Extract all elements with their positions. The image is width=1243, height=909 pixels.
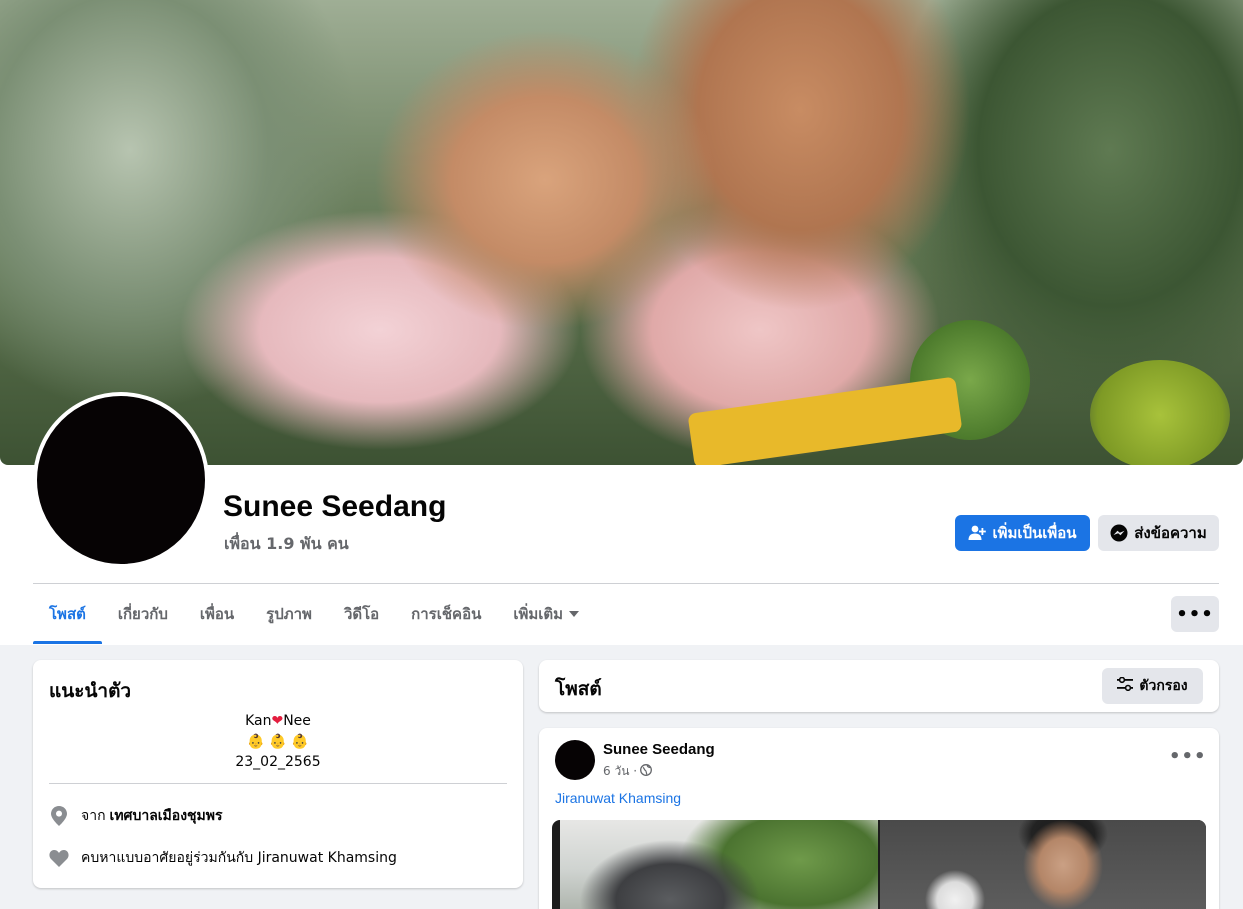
filter-label: ตัวกรอง [1139,678,1188,694]
heart-emoji: ❤ [271,713,284,729]
more-options-button[interactable]: ••• [1171,596,1219,632]
tab-label: เพิ่มเติม [513,605,564,623]
bio-text: Nee [283,713,311,729]
profile-header: Sunee Seedang เพื่อน 1.9 พัน คน เพิ่มเป็… [0,0,1243,645]
posts-title: โพสต์ [555,678,602,700]
profile-name: Sunee Seedang [223,490,447,523]
tab-label: เพื่อน [199,605,235,623]
tab-about[interactable]: เกี่ยวกับ [102,584,184,644]
heart-icon [49,848,69,868]
post-author-name[interactable]: Sunee Seedang [603,741,715,758]
location-prefix: จาก [81,808,106,824]
tab-label: วิดีโอ [343,605,380,623]
tab-photos[interactable]: รูปภาพ [250,584,328,644]
intro-card: แนะนำตัว Kan❤Nee 👶 👶 👶 23_02_2565 จาก เท… [33,660,523,888]
cover-foliage [1090,360,1230,465]
post-options-button[interactable]: ••• [1169,746,1207,767]
tab-label: เกี่ยวกับ [117,605,168,623]
intro-location: จาก เทศบาลเมืองชุมพร [49,805,223,827]
bio-divider [49,783,507,784]
bio-emoji-line: 👶 👶 👶 [247,734,309,750]
tab-more[interactable]: เพิ่มเติม [497,584,595,644]
bio-text: Kan [245,713,272,729]
add-friend-button[interactable]: เพิ่มเป็นเพื่อน [955,515,1090,551]
intro-title: แนะนำตัว [49,680,132,702]
tab-friends[interactable]: เพื่อน [184,584,250,644]
location-pin-icon [49,806,69,826]
tab-videos[interactable]: วิดีโอ [328,584,395,644]
intro-relationship: คบหาแบบอาศัยอยู่ร่วมกันกับ Jiranuwat Kha… [49,847,397,869]
add-person-icon [968,525,987,541]
message-button[interactable]: ส่งข้อความ [1098,515,1219,551]
relationship-text[interactable]: คบหาแบบอาศัยอยู่ร่วมกันกับ Jiranuwat Kha… [81,847,397,869]
chevron-down-icon [569,611,580,617]
tab-checkins[interactable]: การเช็คอิน [395,584,497,644]
tab-label: การเช็คอิน [411,605,482,623]
post-photos [552,820,1206,909]
messenger-icon [1110,524,1128,542]
add-friend-label: เพิ่มเป็นเพื่อน [992,524,1077,542]
tab-label: โพสต์ [49,605,86,623]
post-time[interactable]: 6 วัน · [603,762,637,781]
friends-count[interactable]: เพื่อน 1.9 พัน คน [224,532,349,557]
filter-button[interactable]: ตัวกรอง [1102,668,1203,704]
cover-yellow-band [687,376,963,465]
posts-header-card: โพสต์ ตัวกรอง [539,660,1219,712]
post-tagged-user[interactable]: Jiranuwat Khamsing [555,790,681,806]
bio-date: 23_02_2565 [235,754,321,770]
message-label: ส่งข้อความ [1134,524,1207,542]
cover-photo[interactable] [0,0,1243,465]
profile-tabs: โพสต์ เกี่ยวกับ เพื่อน รูปภาพ วิดีโอ การ… [33,584,595,644]
post-photo[interactable] [880,820,1206,909]
post-meta: 6 วัน · [603,762,652,781]
post-photo[interactable] [560,820,878,909]
post-author-avatar[interactable] [555,740,595,780]
filter-icon [1117,676,1134,695]
bio-line: Kan❤Nee [33,713,523,729]
tab-label: รูปภาพ [266,605,312,623]
post-card: Sunee Seedang 6 วัน · ••• Jiranuwat Kham… [539,728,1219,909]
location-link[interactable]: เทศบาลเมืองชุมพร [110,805,223,827]
globe-icon [640,764,652,779]
profile-avatar[interactable] [33,392,209,568]
tab-posts[interactable]: โพสต์ [33,584,102,644]
